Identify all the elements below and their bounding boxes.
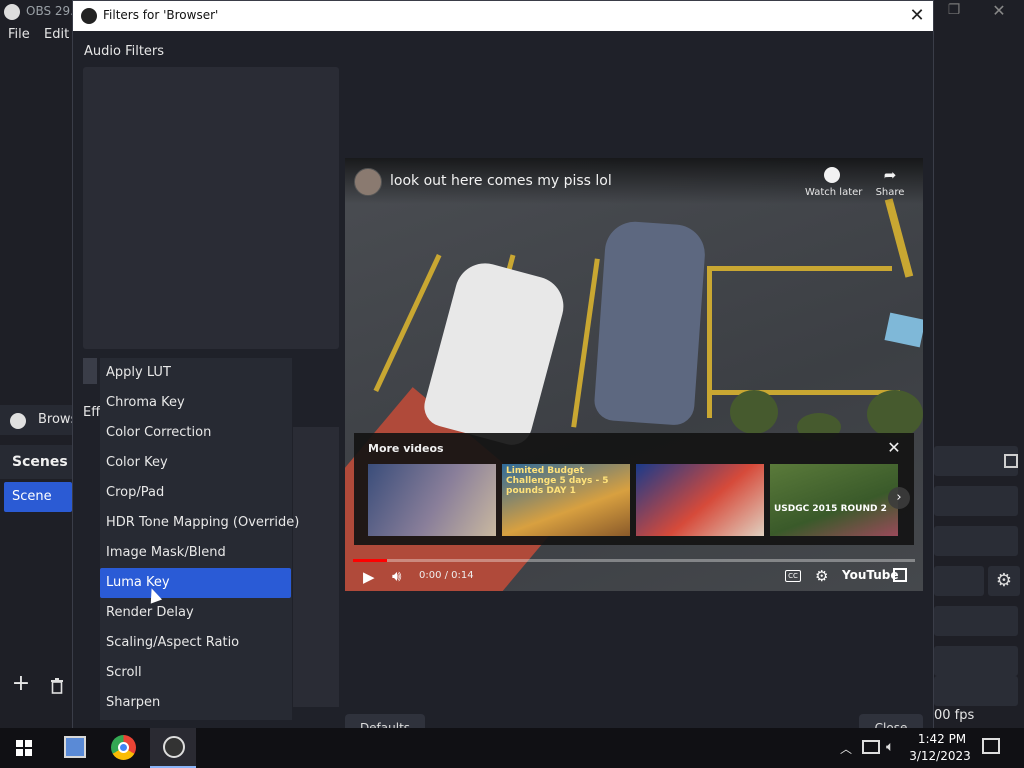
progress-track[interactable] [353, 559, 915, 562]
clock-icon [824, 167, 840, 183]
video-thumbnail[interactable] [368, 464, 496, 536]
parking-line [373, 253, 442, 393]
watch-later-label: Watch later [805, 187, 863, 198]
obs-logo-icon [4, 4, 20, 20]
undock-icon[interactable] [1004, 454, 1018, 468]
dialog-title: Filters for 'Browser' [103, 8, 219, 22]
menu-item-hdr-tone-mapping[interactable]: HDR Tone Mapping (Override) [100, 508, 299, 538]
video-thumbnail[interactable] [636, 464, 764, 536]
photos-app-icon[interactable] [64, 736, 86, 758]
fps-status: 00 fps [934, 708, 975, 723]
chrome-icon[interactable] [111, 735, 136, 760]
network-icon[interactable] [862, 740, 880, 754]
gray-van [593, 219, 707, 427]
windows-taskbar: ︿ 🔈︎ 1:42 PM 3/12/2023 [0, 728, 1024, 768]
add-filter-menu: Apply LUT Chroma Key Color Correction Co… [100, 358, 299, 720]
parking-line [707, 268, 712, 418]
dock-row [934, 606, 1018, 636]
dock-row [934, 566, 984, 596]
obs-logo-icon [81, 8, 97, 24]
share-label: Share [875, 187, 905, 198]
gear-icon[interactable]: ⚙ [815, 567, 831, 585]
clock-date[interactable]: 3/12/2023 [908, 749, 972, 763]
scenes-title: Scenes [12, 454, 68, 470]
thumbnail-caption: USDGC 2015 ROUND 2 [774, 504, 887, 514]
dock-row [934, 526, 1018, 556]
menu-item-apply-lut[interactable]: Apply LUT [100, 358, 292, 388]
more-videos-panel: More videos ✕ Limited Budget Challenge 5… [354, 433, 914, 545]
scenes-dock-header: Scenes [0, 445, 72, 479]
video-header: look out here comes my piss lol Watch la… [345, 158, 923, 204]
time-display: 0:00 / 0:14 [419, 570, 474, 581]
menu-item-color-key[interactable]: Color Key [100, 448, 292, 478]
dock-row [934, 646, 1018, 676]
progress-fill [353, 559, 387, 562]
chevron-up-icon[interactable]: ︿ [840, 740, 852, 757]
clock-time[interactable]: 1:42 PM [912, 732, 972, 746]
play-icon[interactable]: ▶ [363, 568, 379, 586]
audio-filters-label: Audio Filters [84, 44, 165, 59]
white-car [419, 256, 571, 450]
channel-avatar[interactable] [354, 168, 382, 196]
notifications-icon[interactable] [982, 738, 1000, 754]
bush [867, 390, 923, 438]
remove-audio-filter-button[interactable] [83, 358, 97, 384]
menu-item-render-delay[interactable]: Render Delay [100, 598, 292, 628]
obs-icon [163, 736, 185, 758]
watch-later-button[interactable]: Watch later [805, 167, 863, 198]
globe-icon [10, 413, 26, 429]
menu-edit[interactable]: Edit [44, 27, 69, 42]
restore-window-button[interactable]: ❐ [944, 2, 964, 22]
menu-item-image-mask-blend[interactable]: Image Mask/Blend [100, 538, 292, 568]
thumbnail-caption: Limited Budget Challenge 5 days - 5 poun… [506, 466, 609, 496]
fullscreen-icon[interactable] [893, 568, 907, 582]
scene-list-item[interactable]: Scene [4, 482, 72, 512]
video-title[interactable]: look out here comes my piss lol [390, 173, 612, 189]
youtube-logo[interactable]: YouTube [842, 568, 899, 582]
dialog-titlebar: Filters for 'Browser' ✕ [73, 1, 933, 31]
share-icon: ➦ [883, 166, 897, 184]
obs-close-button[interactable]: ✕ [988, 1, 1010, 23]
windows-start-icon[interactable] [16, 740, 32, 756]
menu-item-scroll[interactable]: Scroll [100, 658, 292, 688]
video-thumbnail[interactable]: Limited Budget Challenge 5 days - 5 poun… [502, 464, 630, 536]
menu-item-color-correction[interactable]: Color Correction [100, 418, 292, 448]
dock-row [934, 676, 1018, 706]
captions-button[interactable]: CC [785, 570, 801, 582]
dock-row [934, 486, 1018, 516]
video-thumbnail[interactable]: USDGC 2015 ROUND 2 [770, 464, 898, 536]
more-videos-title: More videos [368, 442, 444, 455]
close-icon[interactable]: ✕ [884, 438, 904, 458]
taskbar-obs-button[interactable] [150, 728, 196, 768]
source-toolbar: Brows [0, 405, 77, 435]
menu-item-chroma-key[interactable]: Chroma Key [100, 388, 292, 418]
menu-item-crop-pad[interactable]: Crop/Pad [100, 478, 292, 508]
menu-file[interactable]: File [8, 27, 30, 42]
obs-menubar: File Edit [0, 24, 72, 46]
speaker-icon[interactable]: 🔈︎ [886, 739, 894, 755]
effect-filters-label: Eff [83, 405, 101, 420]
audio-filters-list[interactable] [83, 67, 339, 349]
share-button[interactable]: ➦ Share [873, 167, 907, 198]
chevron-right-icon[interactable]: › [888, 487, 910, 509]
volume-icon[interactable]: 🔊︎ [392, 567, 412, 585]
parking-line [707, 266, 892, 271]
bush [730, 390, 778, 434]
effect-filters-list[interactable] [293, 427, 339, 707]
menu-item-scaling-aspect-ratio[interactable]: Scaling/Aspect Ratio [100, 628, 292, 658]
menu-item-sharpen[interactable]: Sharpen [100, 688, 292, 718]
browser-preview[interactable]: look out here comes my piss lol Watch la… [345, 158, 923, 591]
trash-icon[interactable] [48, 676, 66, 694]
handicap-marking [884, 312, 923, 348]
scene-item-label: Scene [12, 489, 52, 504]
audio-settings-gear-icon[interactable]: ⚙ [988, 566, 1020, 596]
dialog-close-button[interactable]: ✕ [905, 4, 929, 28]
chrome-icon-center [118, 742, 129, 753]
add-scene-button[interactable]: + [10, 673, 32, 696]
menu-item-luma-key[interactable]: Luma Key [100, 568, 291, 598]
